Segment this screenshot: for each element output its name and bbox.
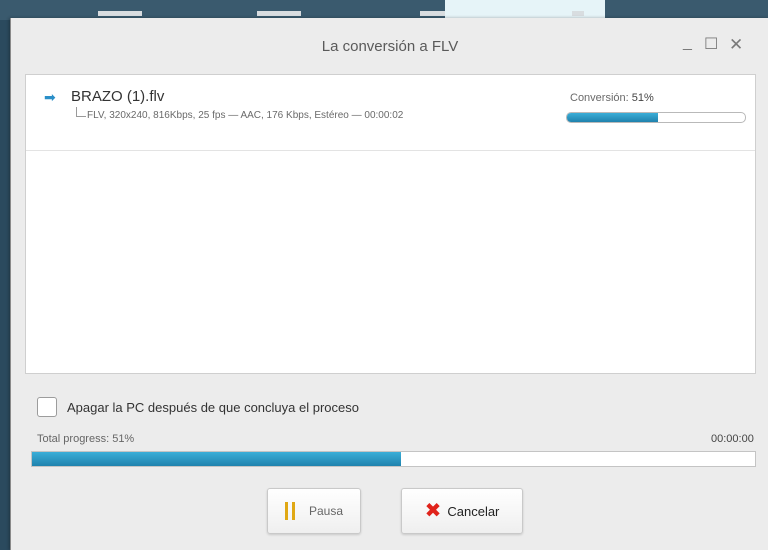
pause-button-label: Pausa: [308, 504, 344, 518]
background-tab: [572, 11, 584, 16]
maximize-button[interactable]: ☐: [704, 36, 718, 54]
right-arrow-icon: ➡: [44, 89, 56, 105]
desktop-background: [0, 0, 768, 20]
close-x-icon: ✖: [424, 500, 442, 522]
total-progress-label: Total progress: 51%: [37, 433, 135, 445]
cancel-button-label: Cancelar: [447, 503, 500, 519]
conversion-percent: 51%: [631, 92, 654, 104]
shutdown-label[interactable]: Apagar la PC después de que concluya el …: [67, 400, 359, 415]
list-item[interactable]: ➡ BRAZO (1).flv FLV, 320x240, 816Kbps, 2…: [26, 75, 755, 151]
background-tab: [98, 11, 142, 16]
item-progress-bar: [566, 112, 746, 123]
window-title: La conversión a FLV: [321, 38, 459, 55]
elapsed-time: 00:00:00: [711, 433, 754, 445]
conversion-status: Conversión: 51%: [570, 92, 654, 104]
file-name: BRAZO (1).flv: [71, 88, 165, 105]
total-progress-fill: [32, 452, 401, 466]
item-progress-fill: [567, 113, 658, 122]
conversion-list[interactable]: ➡ BRAZO (1).flv FLV, 320x240, 816Kbps, 2…: [25, 74, 756, 374]
file-details: FLV, 320x240, 816Kbps, 25 fps — AAC, 176…: [87, 110, 404, 121]
conversion-status-label: Conversión:: [570, 92, 629, 104]
minimize-button[interactable]: _: [683, 34, 692, 52]
pause-icon: [284, 502, 299, 520]
cancel-button[interactable]: ✖ Cancelar: [401, 488, 523, 534]
background-tab: [257, 11, 301, 16]
tree-connector-icon: [76, 107, 86, 117]
conversion-dialog: La conversión a FLV _ ☐ ✕ ➡ BRAZO (1).fl…: [10, 18, 768, 550]
close-button[interactable]: ✕: [729, 36, 743, 54]
title-bar[interactable]: La conversión a FLV _ ☐ ✕: [11, 18, 768, 74]
shutdown-option[interactable]: Apagar la PC después de que concluya el …: [37, 397, 359, 417]
shutdown-checkbox[interactable]: [37, 397, 57, 417]
background-highlight: [445, 0, 605, 20]
pause-button[interactable]: Pausa: [267, 488, 361, 534]
total-progress-bar: [31, 451, 756, 467]
